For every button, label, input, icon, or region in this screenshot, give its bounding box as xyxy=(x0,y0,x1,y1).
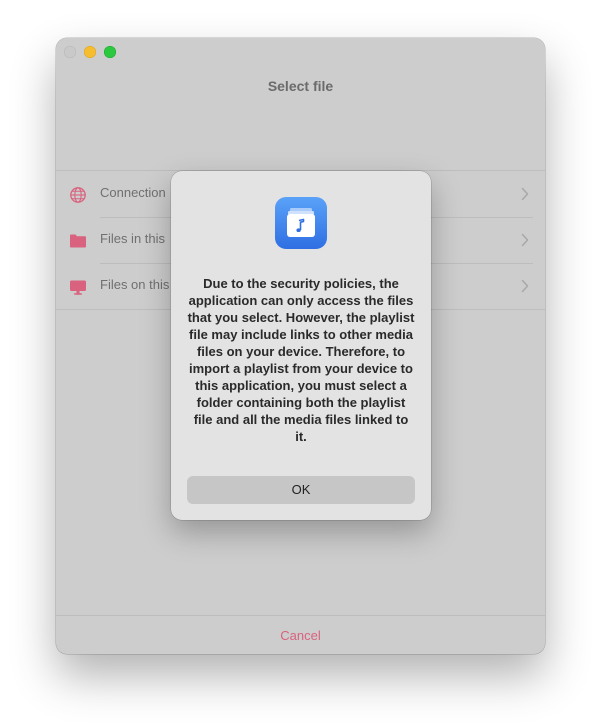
minimize-window-button[interactable] xyxy=(84,46,96,58)
window-footer: Cancel xyxy=(56,615,545,654)
chevron-right-icon xyxy=(521,233,529,247)
list-item-label: Connection xyxy=(100,185,166,200)
monitor-icon xyxy=(70,280,86,295)
zoom-window-button[interactable] xyxy=(104,46,116,58)
ok-button[interactable]: OK xyxy=(187,476,415,504)
list-item-label: Files on this xyxy=(100,277,170,292)
alert-message: Due to the security policies, the applic… xyxy=(187,276,415,444)
window-title: Select file xyxy=(267,78,334,94)
list-item-label: Files in this xyxy=(100,231,166,246)
folder-icon xyxy=(70,234,86,248)
security-alert-dialog: Due to the security policies, the applic… xyxy=(171,171,431,520)
cancel-button[interactable]: Cancel xyxy=(56,628,545,643)
close-window-button[interactable] xyxy=(64,46,76,58)
music-file-app-icon xyxy=(275,197,327,249)
globe-icon xyxy=(70,187,86,203)
chevron-right-icon xyxy=(521,279,529,293)
chevron-right-icon xyxy=(521,187,529,201)
